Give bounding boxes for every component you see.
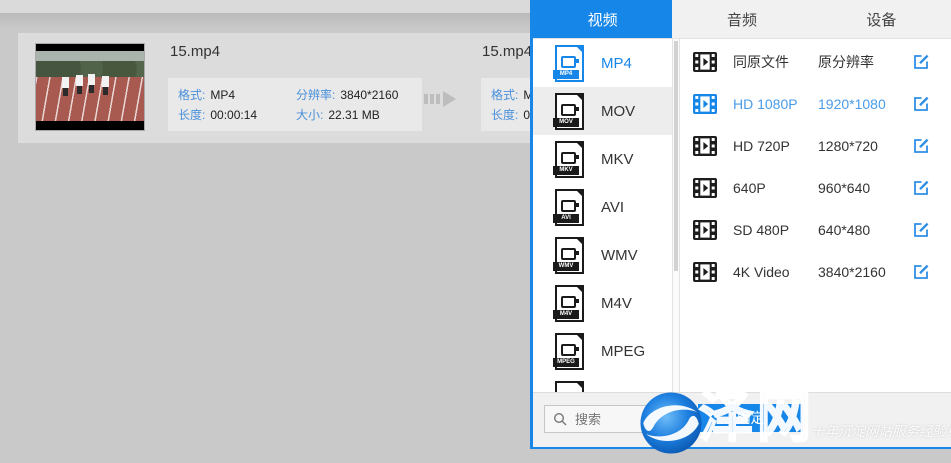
tab-audio[interactable]: 音频	[672, 0, 811, 38]
m4v-file-icon: M4V	[555, 285, 584, 322]
quality-item-sd480p[interactable]: SD 480P 640*480	[680, 209, 951, 251]
format-item-mpeg[interactable]: MPEG MPEG	[533, 327, 672, 375]
filmstrip-icon	[693, 220, 717, 240]
mkv-file-icon: MKV	[555, 141, 584, 178]
format-item-mkv[interactable]: MKV MKV	[533, 135, 672, 183]
format-list-scrollbar[interactable]	[672, 39, 680, 392]
mpeg-file-icon: MPEG	[555, 333, 584, 370]
format-item-partial[interactable]	[533, 375, 672, 392]
mov-file-icon: MOV	[555, 93, 584, 130]
edit-icon[interactable]	[912, 95, 930, 113]
filmstrip-icon	[693, 262, 717, 282]
mp4-file-icon: MP4	[555, 45, 584, 82]
quality-item-4k[interactable]: 4K Video 3840*2160	[680, 251, 951, 293]
format-item-mp4[interactable]: MP4 MP4	[533, 39, 672, 87]
edit-icon[interactable]	[912, 221, 930, 239]
filmstrip-icon	[693, 136, 717, 156]
edit-icon[interactable]	[912, 263, 930, 281]
popup-footer: 确定	[533, 392, 951, 447]
scrollbar-thumb[interactable]	[674, 41, 678, 271]
search-input[interactable]	[573, 411, 657, 428]
quality-item-hd1080p[interactable]: HD 1080P 1920*1080	[680, 83, 951, 125]
output-file-title: 15.mp4	[482, 43, 532, 60]
app-window: 15.mp4 格式:MP4 分辨率:3840*2160 长度:00:00:14 …	[0, 0, 951, 463]
source-file-info: 格式:MP4 分辨率:3840*2160 长度:00:00:14 大小:22.3…	[168, 78, 422, 131]
edit-icon[interactable]	[912, 179, 930, 197]
format-item-wmv[interactable]: WMV WMV	[533, 231, 672, 279]
video-frame	[36, 51, 144, 121]
output-format-popup: 视频 音频 设备 MP4 MP4 MOV MOV MKV MKV AVI	[530, 0, 951, 449]
convert-arrow-icon	[424, 91, 456, 107]
avi-file-icon: AVI	[555, 189, 584, 226]
quality-item-hd720p[interactable]: HD 720P 1280*720	[680, 125, 951, 167]
tab-video[interactable]: 视频	[533, 0, 672, 38]
search-icon	[553, 412, 567, 426]
filmstrip-icon	[693, 94, 717, 114]
video-thumbnail[interactable]	[35, 43, 145, 131]
quality-item-640p[interactable]: 640P 960*640	[680, 167, 951, 209]
quality-item-original[interactable]: 同原文件 原分辨率	[680, 41, 951, 83]
confirm-button[interactable]: 确定	[698, 404, 803, 432]
quality-list: 同原文件 原分辨率 HD 1080P 1920*1080 HD 720P 128…	[680, 39, 951, 392]
edit-icon[interactable]	[912, 137, 930, 155]
format-list: MP4 MP4 MOV MOV MKV MKV AVI AVI WMV WM	[533, 39, 672, 392]
format-item-mov[interactable]: MOV MOV	[533, 87, 672, 135]
wmv-file-icon: WMV	[555, 237, 584, 274]
format-item-avi[interactable]: AVI AVI	[533, 183, 672, 231]
tab-device[interactable]: 设备	[812, 0, 951, 38]
partial-file-icon	[555, 381, 584, 393]
format-search[interactable]	[544, 405, 674, 433]
filmstrip-icon	[693, 52, 717, 72]
format-item-m4v[interactable]: M4V M4V	[533, 279, 672, 327]
source-file-title: 15.mp4	[170, 43, 220, 60]
filmstrip-icon	[693, 178, 717, 198]
edit-icon[interactable]	[912, 53, 930, 71]
popup-tab-bar: 视频 音频 设备	[533, 0, 951, 39]
